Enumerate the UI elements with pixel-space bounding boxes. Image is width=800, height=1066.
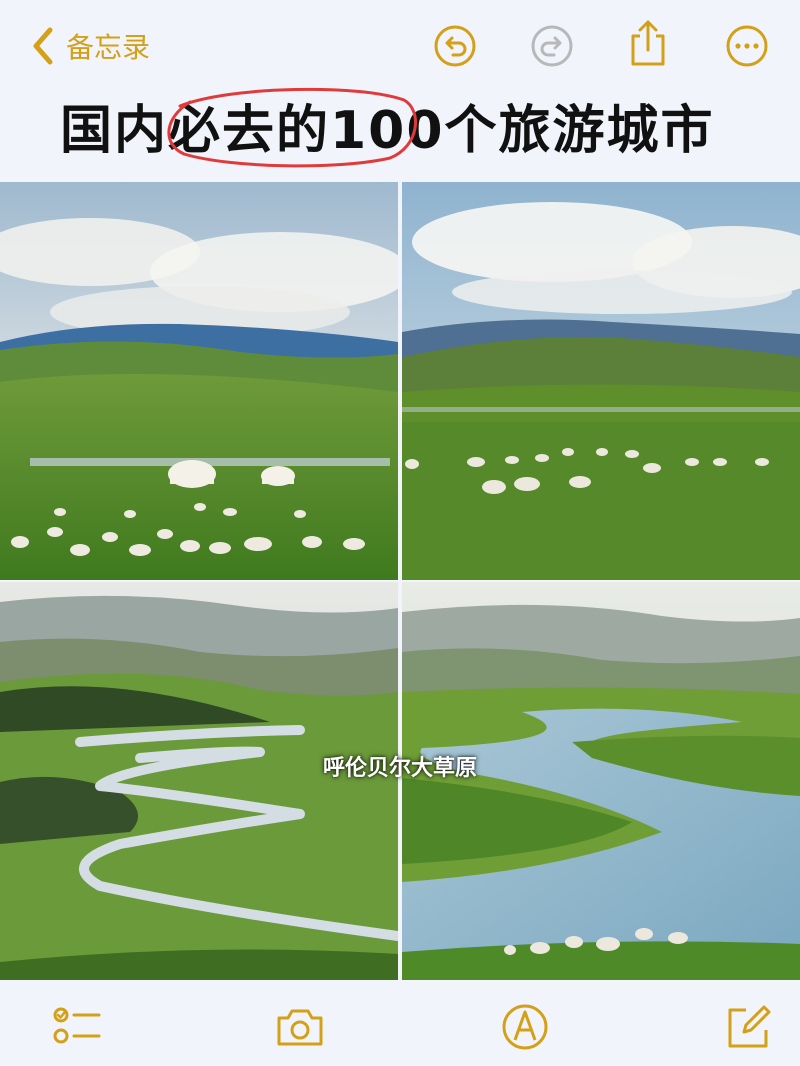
undo-icon[interactable] bbox=[433, 24, 477, 68]
chevron-left-icon bbox=[33, 27, 53, 65]
more-icon[interactable] bbox=[725, 24, 769, 68]
photo-grazing-sheep[interactable] bbox=[402, 182, 800, 580]
back-button[interactable]: 备忘录 bbox=[30, 24, 150, 68]
markup-icon[interactable] bbox=[500, 1002, 550, 1052]
checklist-icon[interactable] bbox=[52, 1002, 102, 1052]
photo-collage[interactable]: 呼伦贝尔大草原 bbox=[0, 182, 800, 980]
photo-caption: 呼伦贝尔大草原 bbox=[322, 756, 477, 781]
redo-icon[interactable] bbox=[530, 24, 574, 68]
back-label: 备忘录 bbox=[66, 31, 151, 64]
note-title-area[interactable]: 国内必去的100个旅游城市 bbox=[60, 87, 760, 170]
note-title: 国内必去的100个旅游城市 bbox=[60, 101, 715, 161]
compose-icon[interactable] bbox=[724, 1002, 774, 1052]
top-toolbar: 备忘录 bbox=[0, 0, 800, 92]
bottom-toolbar bbox=[0, 980, 800, 1066]
camera-icon[interactable] bbox=[275, 1002, 325, 1052]
share-icon[interactable] bbox=[626, 18, 670, 68]
photo-yurts-sheep[interactable] bbox=[0, 182, 398, 580]
